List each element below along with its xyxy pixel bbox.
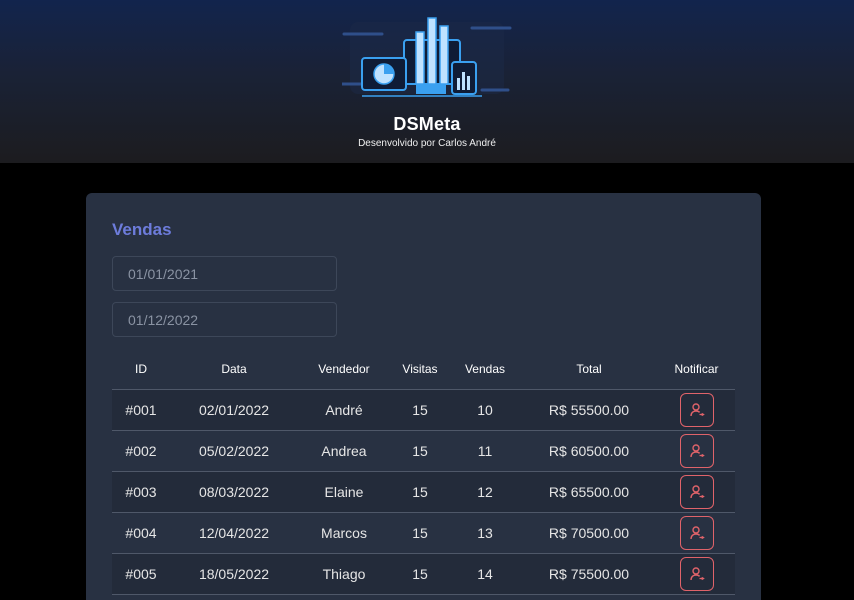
table-row: #004 12/04/2022 Marcos 15 13 R$ 70500.00 xyxy=(112,513,735,554)
notify-user-icon xyxy=(689,403,705,417)
table-row: #002 05/02/2022 Andrea 15 11 R$ 60500.00 xyxy=(112,431,735,472)
cell-visits: 15 xyxy=(412,525,428,541)
sales-title: Vendas xyxy=(112,220,172,239)
cell-seller: Thiago xyxy=(322,566,366,582)
notify-user-icon xyxy=(689,526,705,540)
cell-notify xyxy=(658,393,735,427)
cell-date: 02/01/2022 xyxy=(198,402,270,418)
cell-sales: 11 xyxy=(477,443,493,459)
cell-sales: 10 xyxy=(477,402,493,418)
cell-visits: 15 xyxy=(412,443,428,459)
app-title: DSMeta xyxy=(393,114,461,134)
max-date-input[interactable] xyxy=(112,302,337,337)
cell-total: R$ 55500.00 xyxy=(548,402,630,418)
cell-notify xyxy=(658,434,735,468)
cell-visits: 15 xyxy=(412,402,428,418)
cell-id: #005 xyxy=(125,566,157,582)
column-header-notify: Notificar xyxy=(674,361,719,376)
cell-sales: 13 xyxy=(477,525,493,541)
sales-card: Vendas ID Data Vendedor Visitas Vendas T… xyxy=(86,193,761,600)
cell-notify xyxy=(658,516,735,550)
min-date-input[interactable] xyxy=(112,256,337,291)
column-header-date: Data xyxy=(221,361,247,376)
table-row: #003 08/03/2022 Elaine 15 12 R$ 65500.00 xyxy=(112,472,735,513)
app-header: DSMeta Desenvolvido por Carlos André xyxy=(0,0,854,163)
cell-date: 08/03/2022 xyxy=(198,484,270,500)
notify-button[interactable] xyxy=(679,516,714,550)
cell-seller: André xyxy=(325,402,363,418)
cell-seller: Elaine xyxy=(324,484,364,500)
notify-user-icon xyxy=(689,444,705,458)
notify-user-icon xyxy=(689,567,705,581)
table-row: #001 02/01/2022 André 15 10 R$ 55500.00 xyxy=(112,390,735,431)
cell-sales: 12 xyxy=(477,484,493,500)
cell-date: 05/02/2022 xyxy=(198,443,270,459)
cell-total: R$ 60500.00 xyxy=(548,443,630,459)
cell-seller: Andrea xyxy=(321,443,367,459)
notify-user-icon xyxy=(689,485,705,499)
cell-notify xyxy=(658,475,735,509)
cell-id: #004 xyxy=(125,525,157,541)
app-subtitle: Desenvolvido por Carlos André xyxy=(358,138,496,149)
cell-id: #003 xyxy=(125,484,157,500)
column-header-seller: Vendedor xyxy=(318,361,370,376)
column-header-visits: Visitas xyxy=(402,361,438,376)
cell-id: #002 xyxy=(125,443,157,459)
cell-total: R$ 75500.00 xyxy=(548,566,630,582)
table-header: ID Data Vendedor Visitas Vendas Total No… xyxy=(112,348,735,390)
cell-total: R$ 70500.00 xyxy=(548,525,630,541)
column-header-sales: Vendas xyxy=(464,361,506,376)
dashboard-devices-logo xyxy=(342,17,512,97)
cell-id: #001 xyxy=(125,402,157,418)
notify-button[interactable] xyxy=(679,434,714,468)
cell-notify xyxy=(658,557,735,591)
cell-total: R$ 65500.00 xyxy=(548,484,630,500)
cell-seller: Marcos xyxy=(321,525,367,541)
cell-visits: 15 xyxy=(412,566,428,582)
cell-visits: 15 xyxy=(412,484,428,500)
cell-sales: 14 xyxy=(477,566,493,582)
notify-button[interactable] xyxy=(679,393,714,427)
notify-button[interactable] xyxy=(679,557,714,591)
column-header-total: Total xyxy=(576,361,602,376)
cell-date: 18/05/2022 xyxy=(198,566,270,582)
table-row: #005 18/05/2022 Thiago 15 14 R$ 75500.00 xyxy=(112,554,735,595)
cell-date: 12/04/2022 xyxy=(198,525,270,541)
sales-table: ID Data Vendedor Visitas Vendas Total No… xyxy=(112,348,735,595)
notify-button[interactable] xyxy=(679,475,714,509)
column-header-id: ID xyxy=(135,361,147,376)
